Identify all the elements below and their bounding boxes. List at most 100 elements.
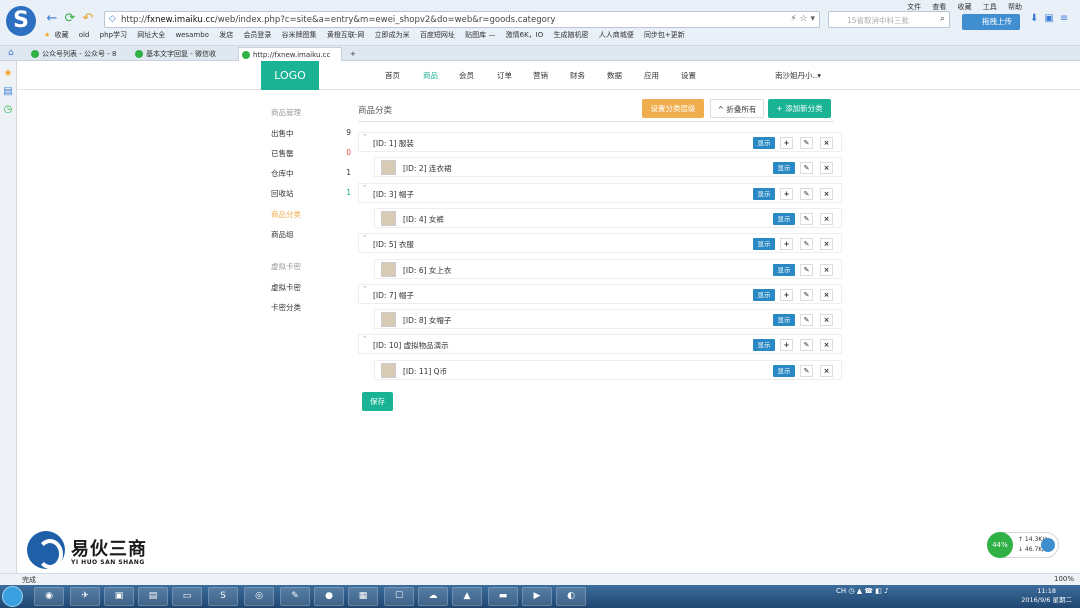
input-method[interactable]: CH: [836, 587, 846, 595]
start-button-icon[interactable]: [2, 586, 23, 607]
visibility-toggle-button[interactable]: 显示: [753, 238, 775, 251]
add-child-button[interactable]: +: [780, 339, 793, 352]
delete-icon[interactable]: ×: [820, 137, 833, 149]
upload-button[interactable]: 拖拽上传: [962, 14, 1020, 30]
bookmark-item[interactable]: 会员登录: [243, 31, 271, 39]
taskbar-app-icon[interactable]: ☁: [418, 587, 448, 606]
taskbar-app-icon[interactable]: ▶: [522, 587, 552, 606]
tab-item[interactable]: 公众号列表 - 公众号 - 8: [28, 47, 128, 61]
taskbar-chrome-icon[interactable]: ◎: [244, 587, 274, 606]
delete-icon[interactable]: ×: [820, 263, 833, 276]
address-tools[interactable]: ⚡ ☆ ▾: [790, 14, 815, 24]
bookmark-item[interactable]: 谷米牌图集: [282, 31, 317, 39]
edit-icon[interactable]: ✎: [800, 263, 813, 276]
bookmark-item[interactable]: 同步包+更新: [644, 31, 685, 39]
bookmark-item[interactable]: 生成随机密: [553, 31, 588, 39]
address-bar[interactable]: ◇ http://fxnew.imaiku.cc/web/index.php?c…: [104, 11, 820, 28]
delete-icon[interactable]: ×: [820, 238, 833, 251]
bookmark-item[interactable]: 激情6K，IO: [506, 31, 544, 39]
delete-icon[interactable]: ×: [820, 314, 833, 327]
new-tab-button[interactable]: +: [346, 47, 362, 61]
taskbar-wechat-icon[interactable]: ●: [314, 587, 344, 606]
visibility-toggle-button[interactable]: 显示: [773, 263, 795, 276]
save-button[interactable]: 保存: [362, 392, 393, 411]
taskbar-app-icon[interactable]: ◉: [34, 587, 64, 606]
nav-finance[interactable]: 财务: [570, 61, 585, 90]
nav-orders[interactable]: 订单: [497, 61, 512, 90]
bookmark-item[interactable]: php学习: [100, 31, 127, 39]
nav-marketing[interactable]: 营销: [533, 61, 548, 90]
nav-settings[interactable]: 设置: [681, 61, 696, 90]
taskbar-app-icon[interactable]: ◐: [556, 587, 586, 606]
menu-tools[interactable]: 工具: [983, 3, 997, 11]
edit-icon[interactable]: ✎: [800, 162, 813, 175]
edit-icon[interactable]: ✎: [800, 314, 813, 327]
delete-icon[interactable]: ×: [820, 162, 833, 175]
visibility-toggle-button[interactable]: 显示: [753, 187, 775, 200]
bookmark-item[interactable]: 百度短网址: [420, 31, 455, 39]
menu-help[interactable]: 帮助: [1008, 3, 1022, 11]
edit-icon[interactable]: ✎: [800, 288, 813, 301]
network-monitor[interactable]: 44% ↑ 14.3K/s ↓ 46.7K/s: [987, 532, 1059, 558]
user-menu[interactable]: 南沙姐丹小..▾: [775, 61, 821, 90]
visibility-toggle-button[interactable]: 显示: [753, 137, 775, 149]
bookmark-item[interactable]: wesambo: [175, 31, 209, 39]
taskbar-app-icon[interactable]: ✈: [70, 587, 100, 606]
back-icon[interactable]: ←: [44, 11, 60, 27]
edit-icon[interactable]: ✎: [800, 212, 813, 225]
delete-icon[interactable]: ×: [820, 212, 833, 225]
nav-apps[interactable]: 应用: [644, 61, 659, 90]
reader-icon[interactable]: ▤: [0, 86, 16, 97]
bookmark-item[interactable]: 收藏: [55, 31, 69, 39]
taskbar-app-icon[interactable]: ☐: [384, 587, 414, 606]
nav-home[interactable]: 首页: [385, 61, 400, 90]
edit-icon[interactable]: ✎: [800, 339, 813, 352]
delete-icon[interactable]: ×: [820, 187, 833, 200]
delete-icon[interactable]: ×: [820, 364, 833, 377]
taskbar-app-icon[interactable]: ▲: [452, 587, 482, 606]
bookmark-item[interactable]: 黄橙互联-网: [327, 31, 365, 39]
collapse-caret-icon[interactable]: ˇ: [363, 185, 367, 193]
undo-icon[interactable]: ↶: [80, 11, 96, 27]
bookmark-item[interactable]: 网址大全: [137, 31, 165, 39]
bookmark-item[interactable]: 贴图库 —: [465, 31, 495, 39]
accelerate-icon[interactable]: [1041, 538, 1055, 552]
sidebar-item-group[interactable]: 商品组: [271, 229, 351, 241]
search-icon[interactable]: ⌕: [940, 14, 945, 24]
zoom-level[interactable]: 100%: [1054, 575, 1074, 583]
nav-data[interactable]: 数据: [607, 61, 622, 90]
visibility-toggle-button[interactable]: 显示: [773, 364, 795, 377]
taskbar-app-icon[interactable]: ✎: [280, 587, 310, 606]
tab-item-active[interactable]: http://fxnew.imaiku.cc: [238, 47, 342, 61]
visibility-toggle-button[interactable]: 显示: [773, 162, 795, 175]
home-icon[interactable]: ⌂: [8, 48, 14, 58]
set-levels-button[interactable]: 设置分类层级: [642, 99, 704, 118]
add-child-button[interactable]: +: [780, 137, 793, 149]
tab-item[interactable]: 基本文字回复 - 微信收: [132, 47, 234, 61]
taskbar-app-icon[interactable]: ▤: [138, 587, 168, 606]
taskbar-browser-icon[interactable]: S: [208, 587, 238, 606]
edit-icon[interactable]: ✎: [800, 137, 813, 149]
bookmark-item[interactable]: old: [79, 31, 90, 39]
add-child-button[interactable]: +: [780, 187, 793, 200]
delete-icon[interactable]: ×: [820, 339, 833, 352]
toolbar-right-icons[interactable]: ⬇▣≡: [1030, 13, 1074, 24]
history-icon[interactable]: ◷: [0, 104, 16, 115]
favorites-icon[interactable]: ★: [0, 68, 16, 79]
taskbar-terminal-icon[interactable]: ▬: [488, 587, 518, 606]
add-category-button[interactable]: + 添加新分类: [768, 99, 831, 118]
sidebar-item-card-category[interactable]: 卡密分类: [271, 302, 351, 314]
taskbar-app-icon[interactable]: ▦: [348, 587, 378, 606]
visibility-toggle-button[interactable]: 显示: [753, 288, 775, 301]
sidebar-item-recycle[interactable]: 回收站 1: [271, 188, 351, 200]
system-clock[interactable]: 11:18 2016/9/6 星期二: [1021, 587, 1072, 605]
sidebar-item-virtual-card[interactable]: 虚拟卡密: [271, 282, 351, 294]
sidebar-item-on-sale[interactable]: 出售中 9: [271, 128, 351, 140]
sidebar-item-warehouse[interactable]: 仓库中 1: [271, 168, 351, 180]
collapse-caret-icon[interactable]: ˇ: [363, 235, 367, 243]
site-logo[interactable]: LOGO: [261, 61, 319, 90]
system-tray[interactable]: CH ◷ ▲ ☎ ◧ ♪: [836, 587, 889, 595]
taskbar-app-icon[interactable]: ▣: [104, 587, 134, 606]
add-child-button[interactable]: +: [780, 238, 793, 251]
bookmark-item[interactable]: 发店: [219, 31, 233, 39]
